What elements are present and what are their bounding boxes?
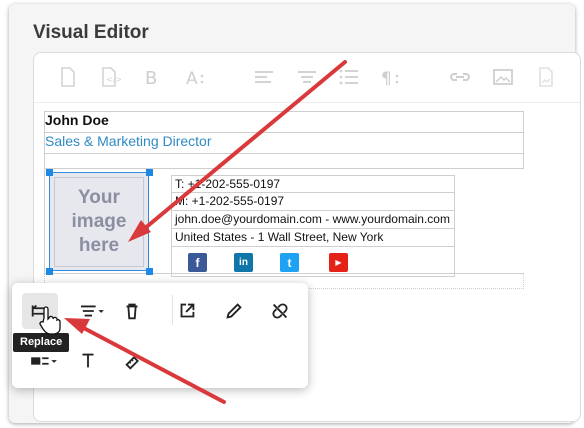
new-document-icon[interactable]: [56, 65, 80, 89]
size-icon: [125, 356, 139, 370]
editor-toolbar: </> B A ¶: [34, 53, 580, 103]
resize-handle-bottom-right[interactable]: [146, 268, 153, 275]
signature-job-title[interactable]: Sales & Marketing Director: [45, 133, 212, 149]
image-file-icon[interactable]: [534, 65, 558, 89]
align-center-icon[interactable]: [295, 65, 319, 89]
panel-title: Visual Editor: [33, 22, 149, 43]
twitter-icon[interactable]: t: [280, 253, 299, 272]
contact-email-web[interactable]: john.doe@yourdomain.com - www.yourdomain…: [171, 211, 455, 229]
open-link-icon: [180, 303, 195, 318]
font-size-icon[interactable]: A: [183, 65, 207, 89]
facebook-icon[interactable]: f: [188, 253, 207, 272]
signature-name[interactable]: John Doe: [45, 112, 109, 128]
file-code-icon[interactable]: </>: [97, 65, 122, 89]
image-placeholder[interactable]: Your image here: [49, 172, 149, 271]
display-icon: [31, 357, 57, 365]
youtube-icon[interactable]: ▶: [329, 253, 348, 272]
bold-icon[interactable]: B: [140, 65, 164, 89]
svg-text:B: B: [145, 68, 157, 89]
unlink-button[interactable]: [262, 293, 298, 329]
align-dropdown-button[interactable]: [72, 293, 112, 329]
resize-handle-top-left[interactable]: [46, 169, 53, 176]
contact-block: T: +1-202-555-0197 M: +1-202-555-0197 jo…: [171, 175, 455, 277]
svg-text:A: A: [186, 69, 198, 89]
align-left-icon[interactable]: [252, 65, 276, 89]
replace-button[interactable]: [22, 293, 58, 329]
social-icons-row: f in t ▶: [171, 247, 455, 277]
contact-address[interactable]: United States - 1 Wall Street, New York: [171, 229, 455, 247]
link-icon[interactable]: [448, 65, 472, 89]
edit-link-button[interactable]: [216, 293, 252, 329]
open-link-button[interactable]: [169, 293, 205, 329]
edit-link-icon: [226, 303, 242, 319]
resize-handle-bottom-left[interactable]: [46, 268, 53, 275]
alt-text-icon: [82, 353, 94, 368]
contact-phone[interactable]: T: +1-202-555-0197: [171, 175, 455, 193]
alt-text-button[interactable]: [70, 343, 106, 379]
image-icon[interactable]: [491, 65, 515, 89]
svg-text:</>: </>: [106, 75, 121, 84]
resize-handle-top-right[interactable]: [146, 169, 153, 176]
size-button[interactable]: [116, 343, 152, 379]
align-icon: [81, 305, 104, 317]
replace-tooltip: Replace: [13, 333, 70, 352]
list-icon[interactable]: [337, 65, 361, 89]
svg-text:¶: ¶: [381, 69, 392, 89]
paragraph-icon[interactable]: ¶: [378, 65, 402, 89]
contact-mobile[interactable]: M: +1-202-555-0197: [171, 193, 455, 211]
delete-button[interactable]: [114, 293, 150, 329]
replace-icon: [31, 304, 48, 318]
unlink-icon: [272, 303, 288, 319]
delete-icon: [126, 303, 138, 320]
image-placeholder-text: Your image here: [54, 176, 144, 267]
linkedin-icon[interactable]: in: [234, 253, 253, 272]
